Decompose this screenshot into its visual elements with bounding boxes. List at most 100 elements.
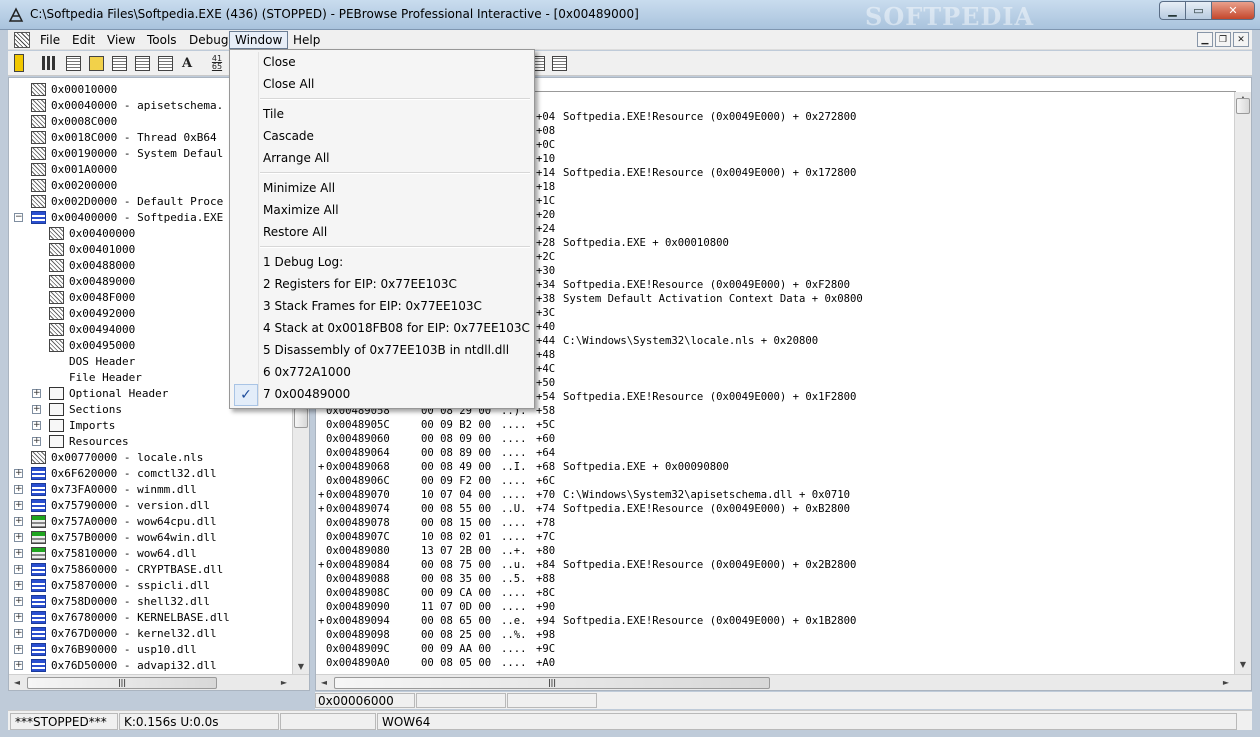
print-icon[interactable] [87,54,105,72]
chart-icon[interactable] [40,54,58,72]
hex-row[interactable]: 0x00489088 00 08 35 00 ..5. +88 [316,572,1231,586]
close-button[interactable]: ✕ [1211,1,1255,20]
hex-row[interactable]: 0x00489064 00 08 89 00.... +64 [316,446,1231,460]
hex-hscroll-thumb[interactable]: ||| [334,677,770,689]
menu-view[interactable]: View [102,31,140,49]
hex-row[interactable]: 0x0048906C 00 09 F2 00.... +6C [316,474,1231,488]
expand-icon[interactable]: + [32,437,41,446]
tree-item[interactable]: +0x75790000 - version.dll [9,498,291,514]
hex-row[interactable]: +0x00489068 00 08 49 00 ..I. +68 Softpedia.E… [316,460,1231,474]
hex-row[interactable]: +0x00489070 10 07 04 00.... +70 C:\Windows\… [316,488,1231,502]
mdi-restore-button[interactable]: ❐ [1215,32,1231,47]
hex-row[interactable]: 0x0048907C 10 08 02 01.... +7C [316,530,1231,544]
menu-debug[interactable]: Debug [184,31,233,49]
expand-icon[interactable]: + [14,549,23,558]
exit-icon[interactable] [14,54,24,72]
menu-help[interactable]: Help [288,31,325,49]
expand-icon[interactable]: + [32,389,41,398]
window-menu-item[interactable]: 7 0x00489000 [263,384,350,404]
module-icon[interactable] [64,54,82,72]
title-bar[interactable]: C:\Softpedia Files\Softpedia.EXE (436) (… [0,0,1260,31]
hex-scroll-thumb[interactable] [1236,98,1250,114]
expand-icon[interactable]: + [32,421,41,430]
window-menu-item[interactable]: 3 Stack Frames for EIP: 0x77EE103C [263,296,482,316]
maximize-button[interactable]: ▭ [1185,1,1211,20]
menu-tools[interactable]: Tools [142,31,182,49]
window-menu-item[interactable]: Restore All [263,222,327,242]
expand-icon[interactable]: + [14,469,23,478]
tree-item[interactable]: + Imports [9,418,291,434]
window-menu-item[interactable]: 6 0x772A1000 [263,362,351,382]
hex-row[interactable]: +0x00489084 00 08 75 00 ..u. +84 Softpedia.E… [316,558,1231,572]
window-menu-item[interactable]: Tile [263,104,284,124]
window-menu-item[interactable]: 2 Registers for EIP: 0x77EE103C [263,274,457,294]
mdi-document-icon[interactable] [14,32,30,48]
hex-scroll-left-arrow-icon[interactable]: ◄ [319,678,329,687]
tree-item[interactable]: +0x76780000 - KERNELBASE.dll [9,610,291,626]
hex-scroll-right-arrow-icon[interactable]: ► [1221,678,1231,687]
hex-row[interactable]: +0x00489074 00 08 55 00 ..U. +74 Softpedia.E… [316,502,1231,516]
tree-item[interactable]: +0x757A0000 - wow64cpu.dll [9,514,291,530]
window-menu-item[interactable]: Arrange All [263,148,330,168]
expand-icon[interactable]: + [14,645,23,654]
expand-icon[interactable]: + [14,629,23,638]
hex-row[interactable]: +0x00489094 00 08 65 00 ..e. +94 Softpedia.E… [316,614,1231,628]
hex-vertical-scrollbar[interactable]: ▲ ▼ [1234,92,1251,674]
hex-row[interactable]: 0x0048909C 00 09 AA 00.... +9C [316,642,1231,656]
window-menu-item[interactable]: Minimize All [263,178,335,198]
hex-row[interactable]: 0x004890A0 00 08 05 00.... +A0 [316,656,1231,670]
tree-item[interactable]: +0x75810000 - wow64.dll [9,546,291,562]
scroll-down-arrow-icon[interactable]: ▼ [293,662,309,671]
expand-icon[interactable]: + [14,565,23,574]
hex-row[interactable]: 0x0048905C 00 09 B2 00.... +5C [316,418,1231,432]
hex-row[interactable]: 0x00489080 13 07 2B 00 ..+. +80 [316,544,1231,558]
hex-row[interactable]: 0x00489098 00 08 25 00..%. +98 [316,628,1231,642]
expand-icon[interactable]: + [14,533,23,542]
tree-item[interactable]: +0x75870000 - sspicli.dll [9,578,291,594]
window-menu-item[interactable]: Maximize All [263,200,339,220]
tree-scroll-thumb[interactable] [294,408,308,428]
expand-icon[interactable]: + [14,661,23,670]
expand-icon[interactable]: + [14,485,23,494]
tree-icon[interactable] [110,54,128,72]
hex-row[interactable]: 0x00489090 11 07 0D 00.... +90 [316,600,1231,614]
tree-item[interactable]: +0x76D50000 - advapi32.dll [9,658,291,674]
window-menu-item[interactable]: 5 Disassembly of 0x77EE103B in ntdll.dll [263,340,509,360]
tree-hscroll-thumb[interactable]: ||| [27,677,217,689]
collapse-icon[interactable]: − [14,213,23,222]
hex-row[interactable]: 0x0048908C 00 09 CA 00.... +8C [316,586,1231,600]
tree-item[interactable]: +0x767D0000 - kernel32.dll [9,626,291,642]
menu-edit[interactable]: Edit [67,31,100,49]
minimize-button[interactable]: ▁ [1159,1,1185,20]
tree-horizontal-scrollbar[interactable]: ◄ ||| ► [9,674,309,690]
tree-item[interactable]: +0x758D0000 - shell32.dll [9,594,291,610]
search-icon[interactable] [133,54,151,72]
expand-icon[interactable]: + [32,405,41,414]
tree-item[interactable]: 0x00770000 - locale.nls [9,450,291,466]
menu-file[interactable]: File [35,31,65,49]
scroll-right-arrow-icon[interactable]: ► [279,678,289,687]
tree-item[interactable]: +0x73FA0000 - winmm.dll [9,482,291,498]
grid-icon[interactable] [156,54,174,72]
tree-item[interactable]: +0x76B90000 - usp10.dll [9,642,291,658]
mdi-close-button[interactable]: ✕ [1233,32,1249,47]
menu-window[interactable]: Window [229,31,289,49]
expand-icon[interactable]: + [14,597,23,606]
stack-icon[interactable] [550,54,568,72]
expand-icon[interactable]: + [14,613,23,622]
hex-horizontal-scrollbar[interactable]: ◄ ||| ► [316,674,1251,690]
hex-icon[interactable]: 41 65 [208,54,226,72]
font-icon[interactable]: A [178,54,196,72]
hex-scroll-down-arrow-icon[interactable]: ▼ [1235,660,1251,669]
hex-row[interactable]: 0x00489060 00 08 09 00.... +60 [316,432,1231,446]
scroll-left-arrow-icon[interactable]: ◄ [12,678,22,687]
expand-icon[interactable]: + [14,517,23,526]
window-menu-item[interactable]: 1 Debug Log: [263,252,343,272]
tree-item[interactable]: +0x6F620000 - comctl32.dll [9,466,291,482]
tree-item[interactable]: +0x75860000 - CRYPTBASE.dll [9,562,291,578]
tree-item[interactable]: + Resources [9,434,291,450]
window-menu-item[interactable]: Close All [263,74,314,94]
window-menu-item[interactable]: Cascade [263,126,314,146]
expand-icon[interactable]: + [14,581,23,590]
expand-icon[interactable]: + [14,501,23,510]
